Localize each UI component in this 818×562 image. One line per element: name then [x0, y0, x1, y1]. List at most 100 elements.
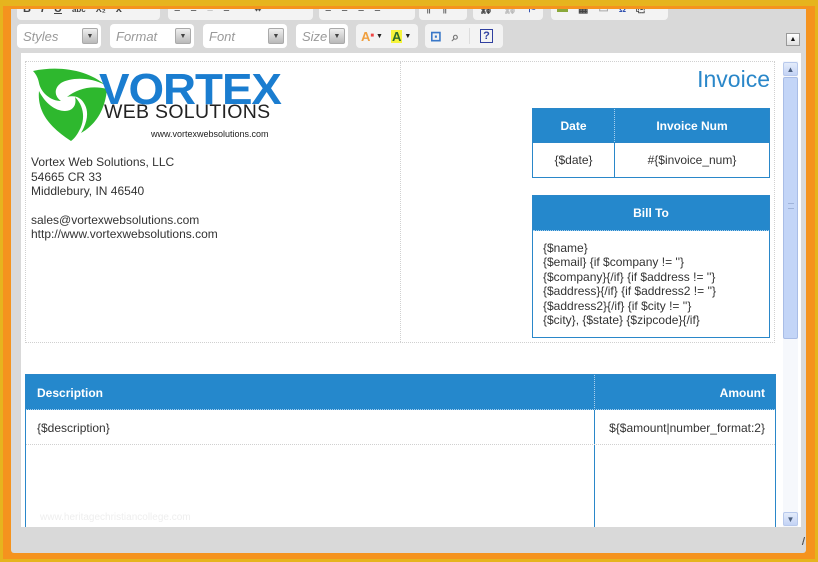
description-header: Description [37, 386, 104, 400]
bill-to-line: {$company}{/if} {if $address != ''} [543, 269, 716, 284]
company-line: 54665 CR 33 [31, 169, 102, 184]
invoice-meta-table: Date Invoice Num {$date} #{$invoice_num} [532, 108, 770, 178]
bill-to-line: {$address2}{/if} {if $city != ''} [543, 298, 692, 313]
bill-to-header: Bill To [533, 196, 769, 231]
page-break-icon[interactable]: ⎘ [636, 9, 645, 15]
toolbar-group-insert: ▬ ▦ ▭ Ω ⎘ [551, 9, 668, 20]
text-color-button[interactable]: A ■ ▼ [361, 30, 383, 43]
underline-icon[interactable]: U [54, 9, 62, 15]
create-div-icon[interactable]: ⌗ [255, 9, 261, 15]
toolbar-group-alignment: ≡ ≡ ≡ ≡ [319, 9, 415, 20]
company-address: Vortex Web Solutions, LLC 54665 CR 33 Mi… [31, 155, 218, 242]
styles-dropdown[interactable]: Styles ▼ [17, 24, 101, 48]
justify-icon[interactable]: ≡ [374, 9, 380, 15]
company-website: http://www.vortexwebsolutions.com [31, 227, 218, 241]
bill-to-line: {$address}{/if} {if $address2 != ''} [543, 284, 717, 299]
chevron-down-icon[interactable]: ▼ [329, 28, 345, 44]
toolbar-group-bidi: ¶ ¶ [419, 9, 467, 20]
help-icon[interactable]: ? [480, 29, 494, 43]
chevron-down-icon[interactable]: ▼ [175, 28, 191, 44]
styles-dropdown-label: Styles [23, 28, 59, 44]
rtl-icon[interactable]: ¶ [441, 9, 447, 15]
show-blocks-icon[interactable]: ⌕ [452, 30, 459, 43]
grip-icon [788, 203, 794, 209]
toolbar-group-tools: ⊡ ⌕ ? [425, 24, 503, 48]
date-value: {$date} [532, 142, 615, 178]
invoice-title: Invoice [697, 66, 770, 92]
numbered-list-icon[interactable]: ≡ [174, 9, 180, 15]
date-header: Date [532, 108, 615, 143]
format-dropdown-label: Format [116, 28, 158, 44]
bill-to-line: {$email} {if $company != ''} [543, 255, 685, 270]
company-line: Middlebury, IN 46540 [31, 184, 145, 198]
bill-to-box: Bill To {$name} {$email} {if $company !=… [532, 195, 770, 338]
company-logo: VORTEX WEB SOLUTIONS www.vortexwebsoluti… [31, 65, 282, 145]
outdent-icon[interactable]: ≡ [207, 9, 213, 15]
invoice-num-value: #{$invoice_num} [614, 142, 770, 178]
scroll-up-icon[interactable]: ▲ [783, 62, 798, 76]
bold-icon[interactable]: B [23, 9, 31, 15]
subscript-icon[interactable]: X₂ [96, 9, 106, 14]
remove-format-icon[interactable]: x [116, 9, 122, 15]
table-icon[interactable]: ▦ [578, 9, 588, 15]
header-column-divider [594, 375, 595, 410]
horizontal-rule-icon[interactable]: ▭ [598, 9, 608, 15]
indent-icon[interactable]: ≡ [223, 9, 229, 15]
toolbar-row-1: B I U abc X₂ x ≡ ≡ ≡ ≡ " ⌗ ≡ ≡ ≡ ≡ ¶ ¶ ⛓… [11, 9, 806, 22]
size-dropdown-label: Size [302, 28, 328, 44]
description-cell: {$description} [37, 421, 110, 435]
line-items-table: Description Amount {$description} ${$amo… [25, 374, 776, 527]
blockquote-icon[interactable]: " [240, 9, 245, 15]
header-layout-table: VORTEX WEB SOLUTIONS www.vortexwebsoluti… [25, 61, 775, 343]
format-dropdown[interactable]: Format ▼ [110, 24, 194, 48]
anchor-icon[interactable]: ⚑ [527, 9, 537, 15]
image-icon[interactable]: ▬ [557, 9, 568, 15]
company-email: sales@vortexwebsolutions.com [31, 212, 200, 227]
background-color-button[interactable]: A ▼ [390, 28, 412, 44]
company-line: Vortex Web Solutions, LLC [31, 155, 175, 169]
scroll-down-icon[interactable]: ▼ [783, 512, 798, 526]
amount-cell: ${$amount|number_format:2} [609, 421, 765, 435]
strikethrough-icon[interactable]: abc [72, 9, 86, 14]
vertical-scrollbar[interactable]: ▲ ▼ [783, 61, 798, 527]
bill-to-body: {$name} {$email} {if $company != ''} {$c… [533, 231, 769, 327]
maximize-icon[interactable]: ⊡ [430, 29, 442, 43]
ltr-icon[interactable]: ¶ [425, 9, 431, 15]
align-center-icon[interactable]: ≡ [341, 9, 347, 15]
toolbar-group-links: ⛓ ⛓ ⚑ [473, 9, 543, 20]
font-dropdown-label: Font [209, 28, 236, 44]
align-right-icon[interactable]: ≡ [358, 9, 364, 15]
chevron-down-icon[interactable]: ▼ [82, 28, 98, 44]
row-divider [26, 444, 775, 445]
line-items-header: Description Amount [26, 375, 775, 410]
toolbar-separator [469, 28, 471, 44]
text-color-icon: A [361, 28, 371, 44]
invoice-num-header: Invoice Num [614, 108, 770, 143]
logo-url: www.vortexwebsolutions.com [151, 129, 269, 139]
toolbar-group-colors: A ■ ▼ A ▼ [356, 24, 418, 48]
amount-header: Amount [719, 386, 765, 400]
size-dropdown[interactable]: Size ▼ [296, 24, 348, 48]
logo-subtitle: WEB SOLUTIONS [104, 101, 271, 123]
toolbar-group-basic-styles: B I U abc X₂ x [17, 9, 160, 20]
toolbar-group-lists: ≡ ≡ ≡ ≡ " ⌗ [168, 9, 313, 20]
bill-to-line: {$name} [543, 241, 588, 255]
chevron-down-icon[interactable]: ▼ [268, 28, 284, 44]
background-color-icon: A [390, 28, 403, 44]
collapse-toolbar-button[interactable]: ▲ [786, 33, 800, 46]
font-dropdown[interactable]: Font ▼ [203, 24, 287, 48]
chevron-down-icon: ▼ [404, 32, 412, 40]
bulleted-list-icon[interactable]: ≡ [190, 9, 196, 15]
italic-icon[interactable]: I [41, 9, 44, 15]
special-char-icon[interactable]: Ω [619, 9, 626, 14]
scrollbar-thumb[interactable] [783, 77, 798, 339]
editor-content-area[interactable]: VORTEX WEB SOLUTIONS www.vortexwebsoluti… [21, 53, 801, 527]
company-cell: VORTEX WEB SOLUTIONS www.vortexwebsoluti… [26, 62, 401, 342]
rich-text-editor: B I U abc X₂ x ≡ ≡ ≡ ≡ " ⌗ ≡ ≡ ≡ ≡ ¶ ¶ ⛓… [11, 9, 806, 553]
unlink-icon[interactable]: ⛓ [503, 9, 517, 15]
toolbar-row-2: Styles ▼ Format ▼ Font ▼ Size ▼ A ■ ▼ A ▼… [11, 24, 806, 50]
vortex-swirl-icon [33, 68, 107, 141]
bill-to-line: {$city}, {$state} {$zipcode}{/if} [543, 313, 700, 328]
align-left-icon[interactable]: ≡ [325, 9, 331, 15]
link-icon[interactable]: ⛓ [479, 9, 493, 15]
